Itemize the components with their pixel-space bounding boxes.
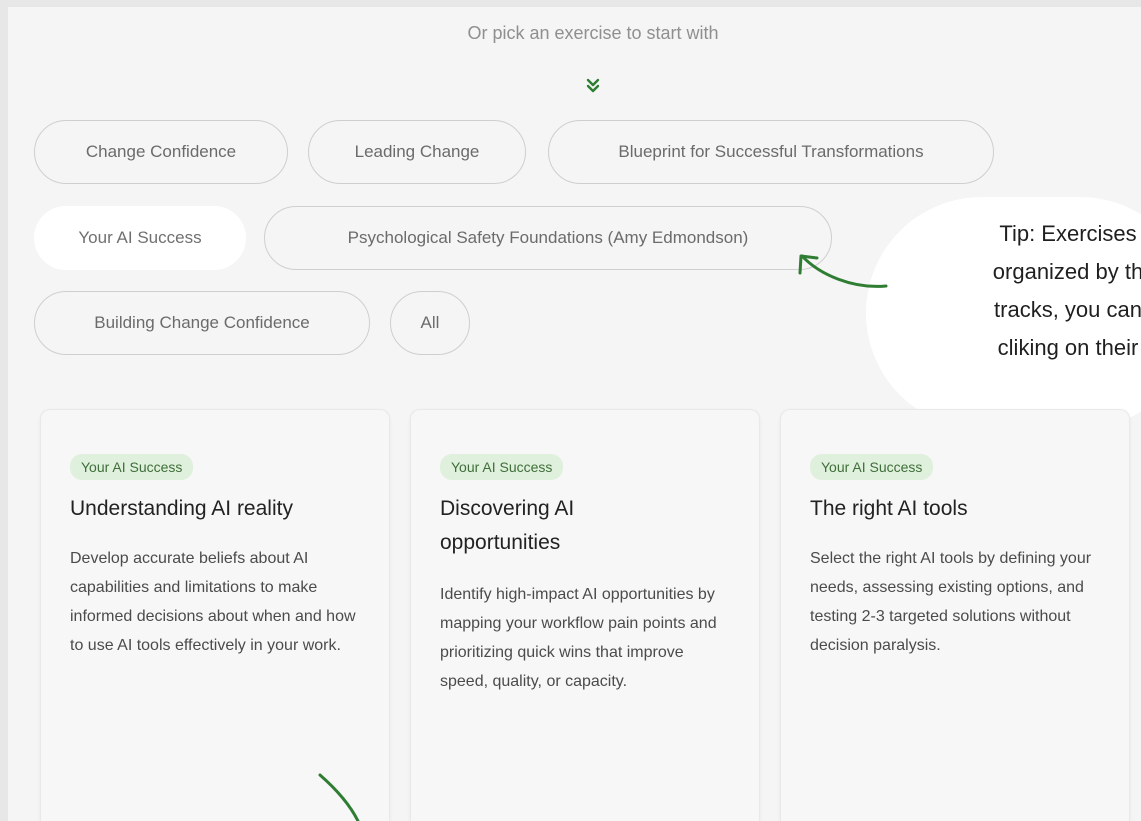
filter-label: Your AI Success: [78, 228, 202, 247]
filter-label: Blueprint for Successful Transformations: [618, 142, 924, 161]
track-badge: Your AI Success: [810, 454, 934, 480]
exercise-card-right-ai-tools[interactable]: Your AI Success The right AI tools Selec…: [780, 409, 1130, 821]
card-description: Develop accurate beliefs about AI capabi…: [70, 550, 356, 654]
exercise-picker-panel: Or pick an exercise to start with Change…: [8, 7, 1141, 821]
exercise-card-understanding-ai-reality[interactable]: Your AI Success Understanding AI reality…: [40, 409, 390, 821]
filter-label: Psychological Safety Foundations (Amy Ed…: [347, 228, 749, 247]
track-badge: Your AI Success: [70, 454, 194, 480]
filter-label: Building Change Confidence: [94, 313, 310, 332]
exercise-card-discovering-ai-opportunities[interactable]: Your AI Success Discovering AI opportuni…: [410, 409, 760, 821]
filter-leading-change[interactable]: Leading Change: [308, 120, 526, 184]
card-description: Select the right AI tools by defining yo…: [810, 550, 1092, 654]
track-badge: Your AI Success: [440, 454, 564, 480]
filter-label: Change Confidence: [85, 142, 237, 161]
card-description: Identify high-impact AI opportunities by…: [440, 586, 717, 690]
double-chevron-down-icon: [586, 78, 600, 93]
section-heading: Or pick an exercise to start with: [467, 23, 719, 43]
card-title: The right AI tools: [810, 497, 968, 520]
filter-change-confidence[interactable]: Change Confidence: [34, 120, 288, 184]
filter-blueprint-transformations[interactable]: Blueprint for Successful Transformations: [548, 120, 994, 184]
card-title: Understanding AI reality: [70, 497, 293, 520]
filter-psychological-safety[interactable]: Psychological Safety Foundations (Amy Ed…: [264, 206, 832, 270]
filter-label: Leading Change: [354, 142, 480, 161]
filter-your-ai-success[interactable]: Your AI Success: [34, 206, 246, 270]
filter-all[interactable]: All: [390, 291, 470, 355]
card-title: Discovering AI opportunities: [440, 497, 575, 554]
tip-text: Tip: Exercises organized by th tracks, y…: [992, 221, 1141, 360]
filter-label: All: [420, 313, 440, 332]
filter-building-change-confidence[interactable]: Building Change Confidence: [34, 291, 370, 355]
